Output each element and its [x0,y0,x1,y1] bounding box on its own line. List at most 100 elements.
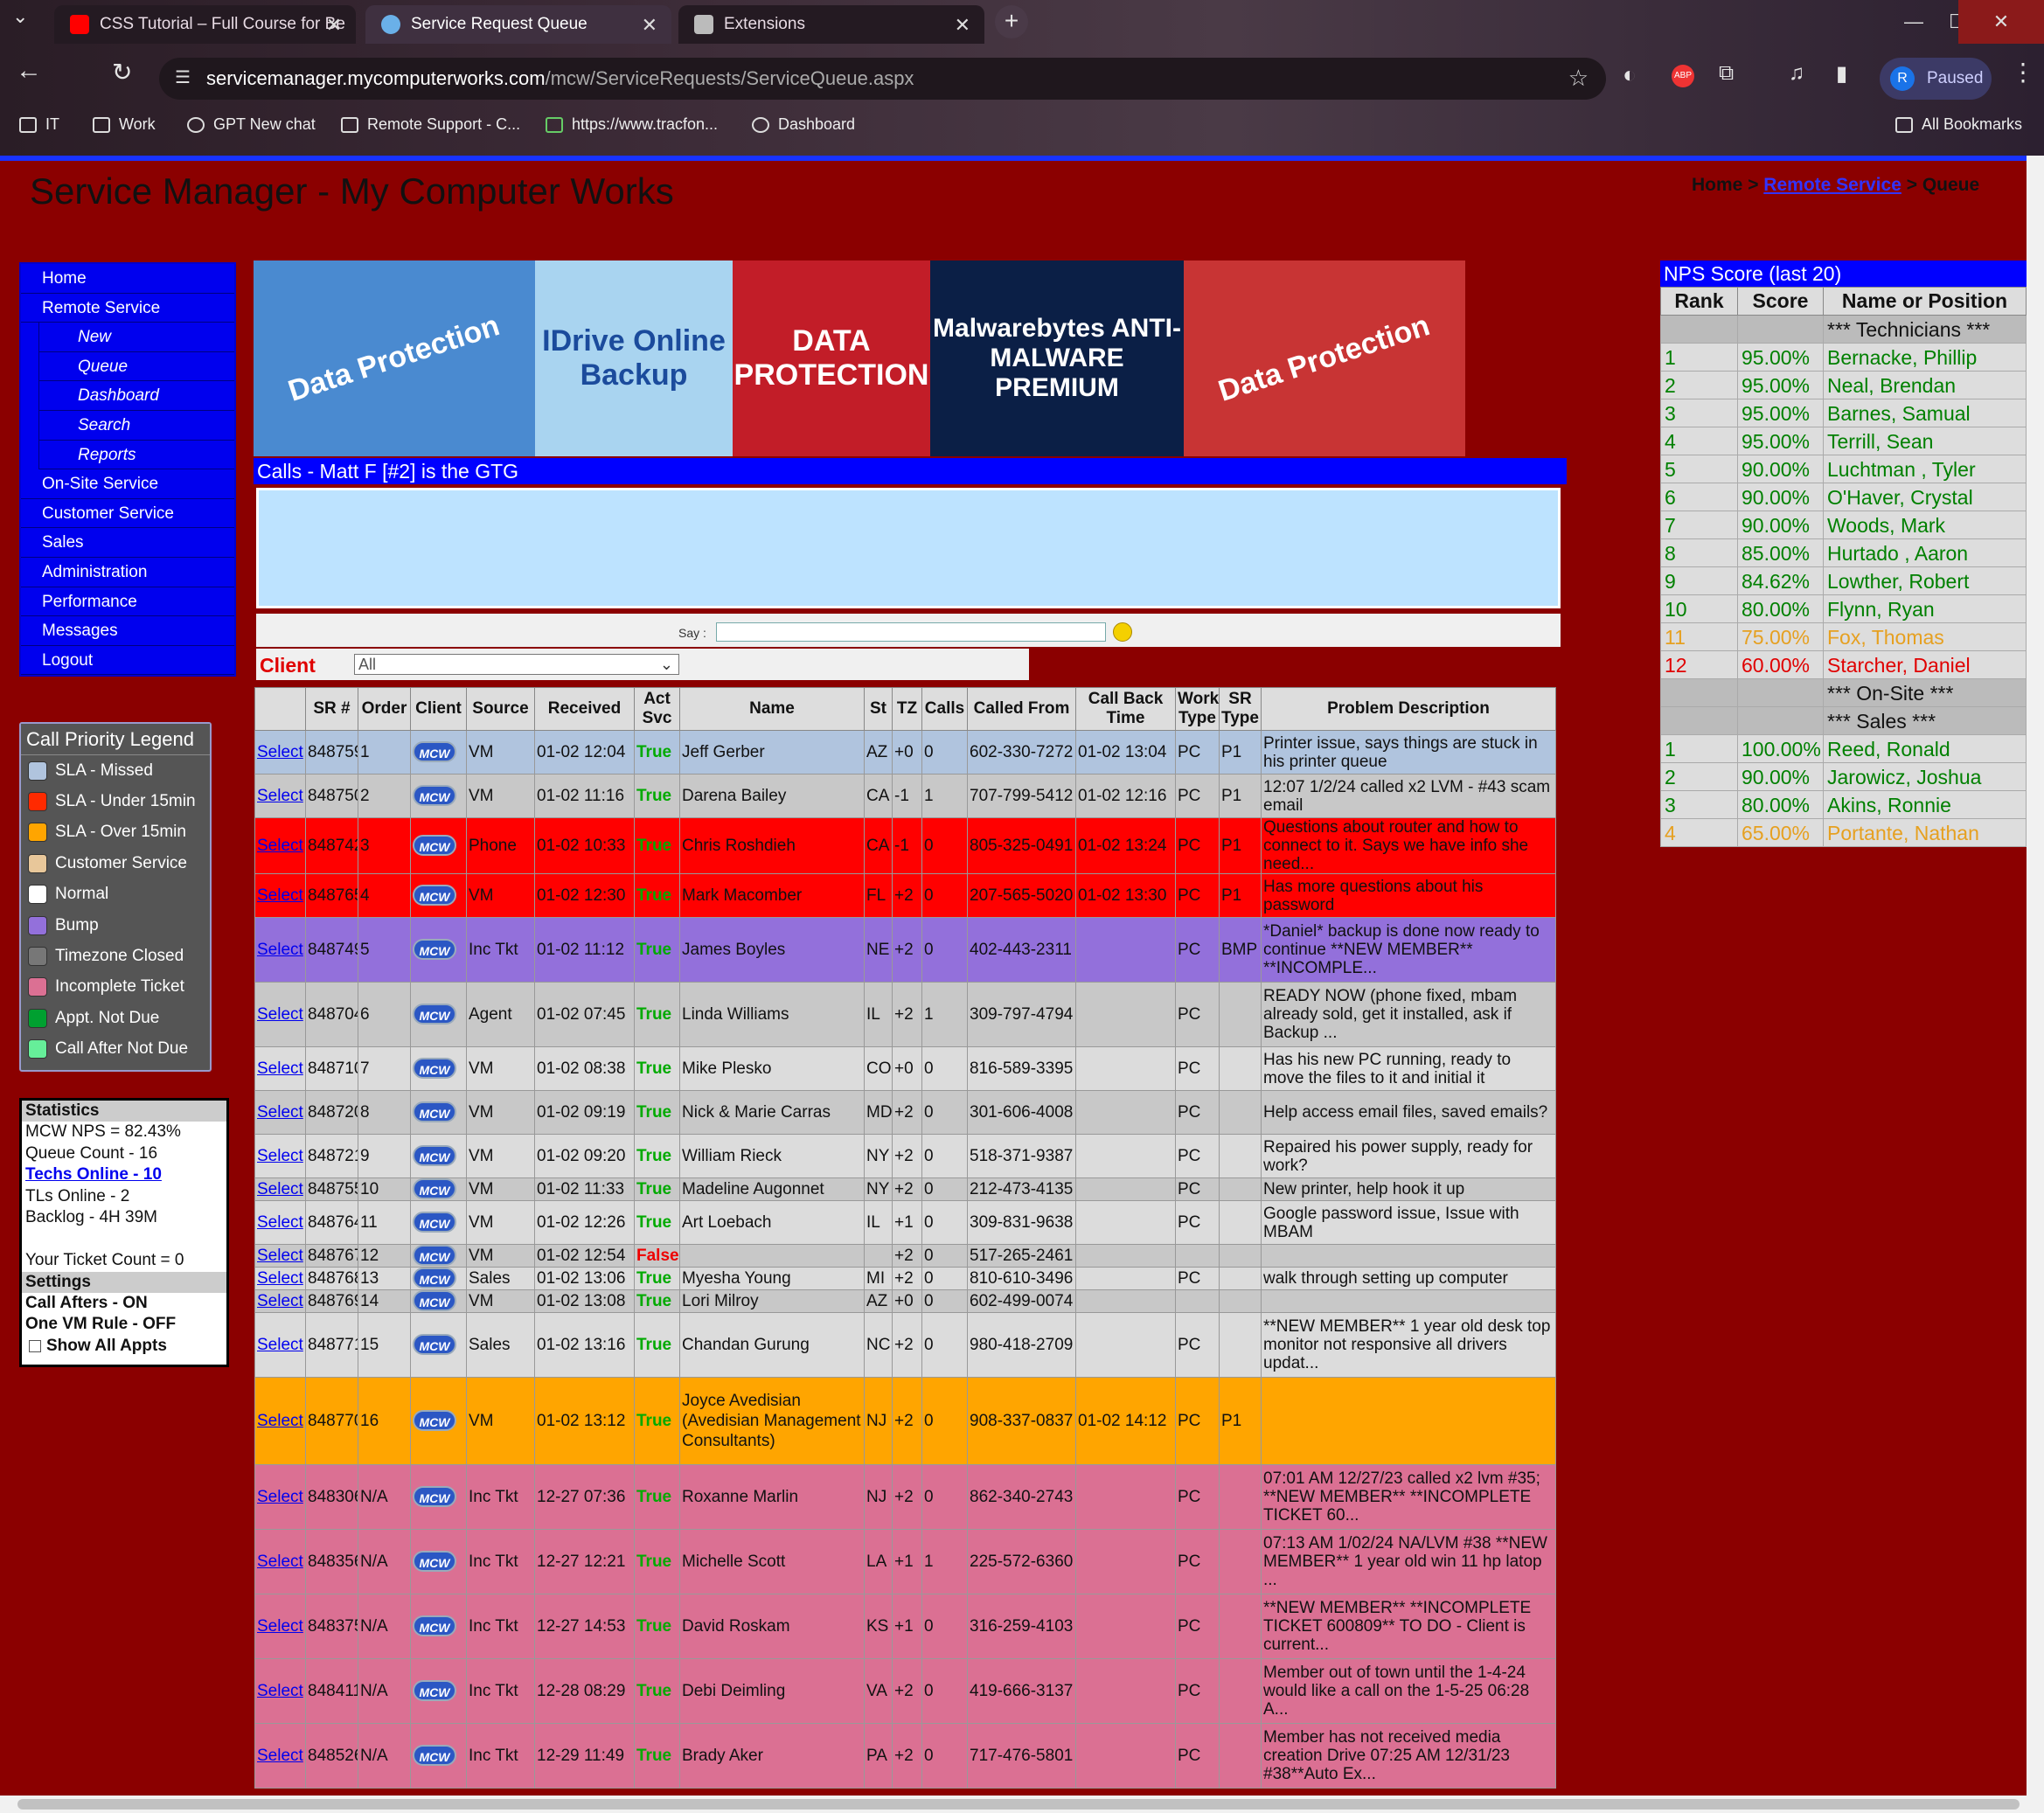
select-link[interactable]: Select [257,1147,303,1165]
cell-sr: 848742 [305,817,358,874]
menu-item-messages[interactable]: Messages [21,616,234,646]
legend-label: Incomplete Ticket [55,977,184,997]
horizontal-scrollbar[interactable] [0,1796,2044,1813]
chat-log [256,488,1561,608]
menu-item-home[interactable]: Home [21,264,234,294]
menu-item-sales[interactable]: Sales [21,528,234,558]
cell-work: PC [1175,1377,1220,1465]
cell-sr: 848771 [305,1312,358,1378]
cell-st: NC [864,1312,893,1378]
nps-rank: 1 [1660,734,1738,763]
address-bar[interactable]: ☰ servicemanager.mycomputerworks.com/mcw… [159,58,1606,100]
menu-item-on-site-service[interactable]: On-Site Service [21,469,234,499]
client-cell: MCW [410,1312,467,1378]
cell-desc: Questions about router and how to connec… [1261,817,1556,874]
select-link[interactable]: Select [257,1059,303,1078]
tab-extensions[interactable]: Extensions ✕ [678,5,984,44]
cell-srt [1219,1090,1262,1135]
show-all-checkbox[interactable] [29,1339,41,1352]
menu-item-dashboard[interactable]: Dashboard [38,381,234,411]
close-icon[interactable]: ✕ [326,14,342,37]
select-link[interactable]: Select [257,941,303,959]
select-link[interactable]: Select [257,1213,303,1232]
mcw-logo-icon: MCW [413,1745,456,1766]
cell-cb [1075,1200,1176,1245]
menu-item-customer-service[interactable]: Customer Service [21,499,234,529]
menu-item-administration[interactable]: Administration [21,558,234,587]
select-link[interactable]: Select [257,1617,303,1636]
breadcrumb-home[interactable]: Home [1692,175,1742,195]
say-input[interactable] [716,622,1106,642]
menu-item-new[interactable]: New [38,323,234,352]
bookmark-tracfone[interactable]: https://www.tracfon... [546,115,718,134]
select-link[interactable]: Select [257,1005,303,1024]
menu-item-reports[interactable]: Reports [38,440,234,470]
tab-service-request-queue[interactable]: Service Request Queue ✕ [365,5,671,44]
adblock-icon[interactable]: ABP [1672,65,1694,87]
remote-icon [341,116,358,133]
setting-call-afters[interactable]: Call Afters - ON [22,1293,226,1315]
techs-online-link[interactable]: Techs Online - 10 [25,1165,162,1184]
menu-item-performance[interactable]: Performance [21,587,234,617]
select-link[interactable]: Select [257,743,303,761]
reload-icon[interactable]: ↻ [112,58,132,87]
select-link[interactable]: Select [257,787,303,805]
cell-tz: +2 [892,1377,922,1465]
menu-dots-icon[interactable]: ⋮ [2011,58,2035,87]
setting-vm-rule[interactable]: One VM Rule - OFF [22,1314,226,1336]
menu-item-search[interactable]: Search [38,410,234,441]
select-link[interactable]: Select [257,1269,303,1288]
cell-order: 6 [358,982,411,1047]
select-link[interactable]: Select [257,1747,303,1765]
smiley-icon[interactable] [1113,622,1132,642]
cell-name: Darena Bailey [679,774,865,818]
bookmark-gpt[interactable]: GPT New chat [187,115,316,134]
nps-column-header: Rank [1660,287,1738,316]
select-link[interactable]: Select [257,886,303,905]
scrollbar-thumb[interactable] [17,1799,2020,1810]
cell-act: True [634,730,680,775]
select-link[interactable]: Select [257,1336,303,1354]
side-panel-icon[interactable]: ▮ [1836,61,1847,87]
select-link[interactable]: Select [257,1103,303,1122]
menu-item-logout[interactable]: Logout [21,646,234,676]
extensions-icon[interactable]: ⧉ [1719,61,1734,86]
dark-mode-icon[interactable]: ◐ [1623,61,1637,88]
select-link[interactable]: Select [257,837,303,855]
cell-tz: +1 [892,1529,922,1594]
nps-section-label: *** Technicians *** [1823,315,2027,344]
select-link[interactable]: Select [257,1180,303,1198]
menu-item-remote-service[interactable]: Remote Service [21,294,234,323]
back-icon[interactable]: ← [16,56,42,86]
bookmark-remote-support[interactable]: Remote Support - C... [341,115,520,134]
close-icon[interactable]: ✕ [642,14,657,37]
all-bookmarks[interactable]: All Bookmarks [1895,115,2022,134]
media-icon[interactable]: ♫ [1789,61,1804,86]
menu-item-queue[interactable]: Queue [38,351,234,382]
bookmark-dashboard[interactable]: Dashboard [752,115,855,134]
close-icon[interactable]: ✕ [955,14,970,37]
window-close-icon[interactable]: ✕ [1958,0,2044,44]
select-link[interactable]: Select [257,1682,303,1700]
select-link[interactable]: Select [257,1553,303,1571]
new-tab-icon[interactable]: + [995,5,1028,38]
tab-search-icon[interactable]: ⌄ [12,5,28,28]
banner-image-1: Data Protection [254,260,535,456]
vertical-scrollbar[interactable] [2027,156,2044,1813]
bookmark-work[interactable]: Work [93,115,156,134]
breadcrumb-remote-service[interactable]: Remote Service [1763,175,1901,195]
cell-cb [1075,1244,1176,1268]
tab-css-tutorial[interactable]: CSS Tutorial – Full Course for Be ✕ [54,5,356,44]
select-link[interactable]: Select [257,1292,303,1310]
select-cell: Select [254,982,306,1047]
select-link[interactable]: Select [257,1412,303,1430]
client-select[interactable]: All ⌄ [354,654,679,675]
column-header: Source [466,687,535,731]
select-link[interactable]: Select [257,1488,303,1506]
profile-button[interactable]: R Paused [1880,58,1992,100]
bookmark-star-icon[interactable]: ☆ [1568,65,1589,92]
select-link[interactable]: Select [257,1247,303,1265]
mcw-logo-icon: MCW [413,885,456,906]
bookmark-it[interactable]: IT [19,115,59,134]
site-settings-icon[interactable]: ☰ [175,66,191,88]
